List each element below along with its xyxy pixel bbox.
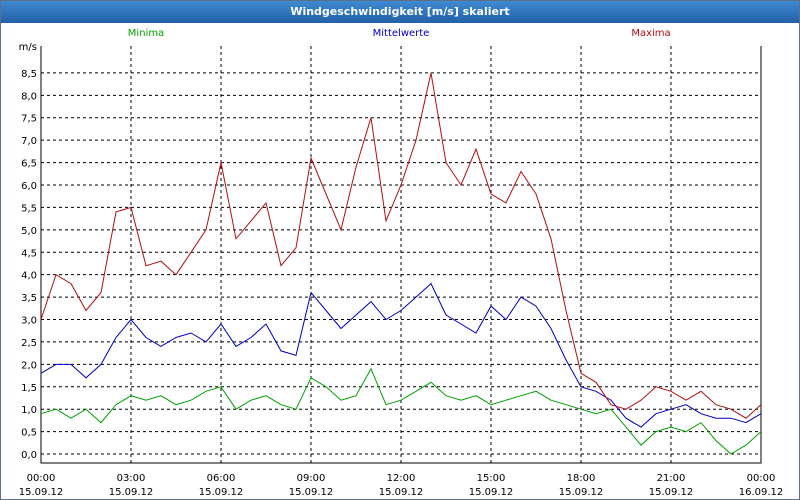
x-tick-time: 00:00	[747, 473, 776, 484]
y-tick-label: 6,5	[21, 159, 37, 170]
y-tick-label: 2,0	[21, 360, 37, 371]
x-tick-date: 15.09.12	[109, 487, 154, 498]
legend-item-maxima: Maxima	[631, 28, 670, 39]
y-tick-label: 6,0	[21, 181, 37, 192]
x-tick-date: 15.09.12	[559, 487, 604, 498]
y-tick-label: 7,0	[21, 136, 37, 147]
y-axis-label: m/s	[19, 42, 37, 53]
y-tick-label: 2,5	[21, 338, 37, 349]
x-tick-time: 09:00	[297, 473, 326, 484]
y-tick-labels: 0,0 0,5 1,0 1,5 2,0 2,5 3,0 3,5 4,0 4,5 5,0 5,5 6,0 6…	[19, 42, 37, 461]
y-tick-label: 8,0	[21, 91, 37, 102]
series-line-minima	[40, 367, 762, 455]
x-tick-time: 15:00	[477, 473, 506, 484]
x-tick-time: 06:00	[207, 473, 236, 484]
x-tick-date: 15.09.12	[649, 487, 694, 498]
x-tick-date: 16.09.12	[739, 487, 784, 498]
x-tick-date: 15.09.12	[469, 487, 514, 498]
x-tick-time: 00:00	[27, 473, 56, 484]
y-tick-label: 7,5	[21, 114, 37, 125]
y-tick-label: 4,5	[21, 248, 37, 259]
x-tick-time: 21:00	[657, 473, 686, 484]
legend-item-minima: Minima	[128, 28, 164, 39]
x-tick-time: 18:00	[567, 473, 596, 484]
y-tick-label: 1,5	[21, 383, 37, 394]
x-tick-labels: 00:00 15.09.12 03:00 15.09.12 06:00 15.09.12 0…	[19, 473, 784, 498]
y-tick-label: 3,0	[21, 316, 37, 327]
y-tick-label: 5,5	[21, 203, 37, 214]
x-tick-date: 15.09.12	[379, 487, 424, 498]
x-tick-date: 15.09.12	[19, 487, 64, 498]
y-tick-label: 3,5	[21, 293, 37, 304]
y-tick-label: 0,5	[21, 428, 37, 439]
chart-svg: 0,0 0,5 1,0 1,5 2,0 2,5 3,0 3,5 4,0 4,5 5,0 5,5 6,0 6…	[19, 28, 784, 498]
legend-item-mittelwerte: Mittelwerte	[373, 28, 430, 39]
y-tick-label: 1,0	[21, 405, 37, 416]
y-tick-label: 8,5	[21, 69, 37, 80]
x-tick-date: 15.09.12	[289, 487, 334, 498]
y-tick-label: 0,0	[21, 450, 37, 461]
x-tick-time: 12:00	[387, 473, 416, 484]
x-tick-date: 15.09.12	[199, 487, 244, 498]
legend: Minima Mittelwerte Maxima	[128, 28, 671, 39]
y-tick-label: 5,0	[21, 226, 37, 237]
x-tick-time: 03:00	[117, 473, 146, 484]
chart-window: Windgeschwindigkeit [m/s] skaliert 0,0 0,…	[0, 0, 800, 500]
y-tick-label: 4,0	[21, 271, 37, 282]
